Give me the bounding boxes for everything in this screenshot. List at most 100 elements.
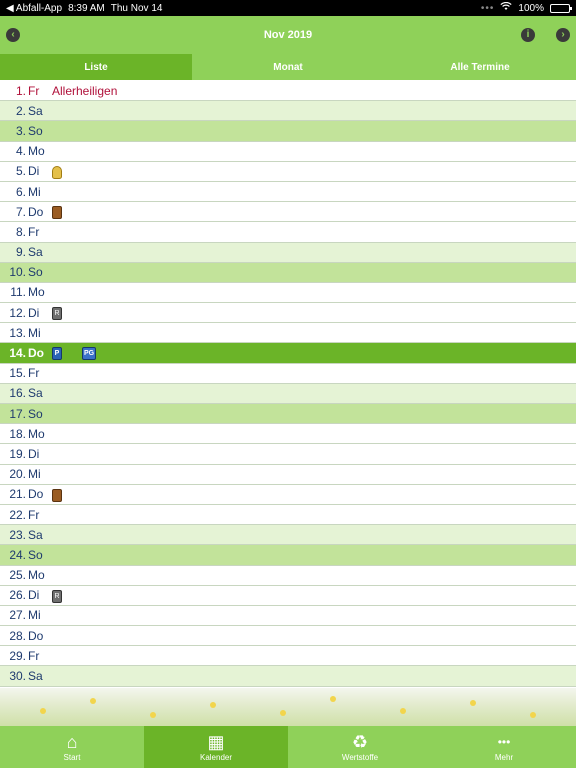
day-row[interactable]: 22. Fr [0,505,576,526]
day-of-week: Fr [28,224,40,239]
day-number: 27. [9,608,26,623]
day-row[interactable]: 7. Do [0,202,576,223]
day-of-week: Mo [28,285,45,300]
day-number: 17. [9,406,26,421]
day-of-week: So [28,123,43,138]
day-row[interactable]: 26. Di R [0,586,576,606]
day-of-week: Mo [28,144,45,159]
day-number: 28. [9,628,26,643]
day-of-week: Di [28,164,40,179]
day-of-week: Sa [28,245,43,260]
blue-container-icon[interactable]: PG [82,347,96,361]
day-row[interactable]: 11. Mo [0,283,576,304]
day-row[interactable]: 13. Mi [0,323,576,344]
day-of-week: Mo [28,568,45,583]
day-row[interactable]: 1. Fr Allerheiligen [0,81,576,102]
day-of-week: So [28,265,43,280]
tab-monat[interactable]: Monat [192,54,384,80]
tab-alle-termine[interactable]: Alle Termine [384,54,576,80]
residual-waste-bin-icon[interactable]: R [52,307,62,321]
day-of-week: Mi [28,608,41,623]
day-of-week: Do [28,628,44,643]
tab-liste[interactable]: Liste [0,54,192,80]
yellow-bag-icon[interactable] [52,165,62,179]
day-row[interactable]: 18. Mo [0,424,576,445]
day-number: 1. [15,83,26,98]
day-number: 9. [15,245,26,260]
status-date: Thu Nov 14 [110,2,163,14]
day-row[interactable]: 29. Fr [0,646,576,667]
tabbar-start[interactable]: ⌂ Start [0,726,144,768]
day-number: 6. [15,184,26,199]
day-of-week: So [28,406,43,421]
day-row[interactable]: 10. So [0,262,576,283]
back-to-app-link[interactable]: ◀ Abfall-App [6,3,62,14]
day-row[interactable]: 21. Do [0,485,576,505]
day-of-week: Sa [28,103,43,118]
day-of-week: Fr [28,366,40,381]
day-of-week: Sa [28,386,43,401]
info-button[interactable]: i [521,28,535,42]
day-row[interactable]: 27. Mi [0,606,576,627]
day-number: 29. [9,648,26,663]
day-row[interactable]: 5. Di [0,162,576,182]
day-of-week: Do [28,204,44,219]
holiday-label: Allerheiligen [52,83,118,98]
day-number: 7. [15,204,26,219]
calendar-icon: ▦ [207,731,225,752]
tabbar-kalender[interactable]: ▦ Kalender [144,726,288,768]
brown-bin-icon[interactable] [52,488,62,502]
day-row[interactable]: 6. Mi [0,182,576,203]
day-row[interactable]: 19. Di [0,444,576,465]
day-number: 26. [9,588,26,603]
tabbar-mehr[interactable]: ••• Mehr [432,726,576,768]
day-row[interactable]: 20. Mi [0,465,576,485]
day-row[interactable]: 9. Sa [0,242,576,263]
day-row[interactable]: 15. Fr [0,364,576,384]
tabbar-mehr-label: Mehr [494,752,514,762]
day-row[interactable]: 3. So [0,121,576,142]
day-number: 22. [9,507,26,522]
day-number: 15. [9,366,26,381]
tabbar-wertstoffe[interactable]: ♻ Wertstoffe [288,726,432,768]
day-row[interactable]: 8. Fr [0,222,576,243]
multitasking-dots: ••• [480,2,495,14]
day-row[interactable]: 2. Sa [0,101,576,122]
status-time: 8:39 AM [68,2,105,14]
battery-percent: 100% [518,2,544,14]
day-row[interactable]: 12. Di R [0,303,576,324]
next-month-button[interactable]: › [556,28,570,42]
day-number: 19. [9,446,26,461]
day-number: 12. [9,305,26,320]
day-row[interactable]: 25. Mo [0,566,576,586]
day-row[interactable]: 28. Do [0,626,576,647]
wifi-icon [500,1,513,14]
day-row[interactable]: 23. Sa [0,525,576,546]
paper-bin-icon[interactable]: P [52,347,62,361]
day-of-week: Mi [28,184,41,199]
day-of-week: Do [28,487,44,502]
day-row[interactable]: 17. So [0,404,576,425]
home-icon: ⌂ [66,731,78,752]
brown-bin-icon[interactable] [52,206,62,220]
day-of-week: Di [28,305,40,320]
day-row[interactable]: 24. So [0,545,576,566]
day-row[interactable]: 30. Sa [0,666,576,687]
day-row[interactable]: 16. Sa [0,383,576,404]
day-row[interactable]: 14. Do P PG [0,343,576,364]
calendar-header: ‹ Nov 2019 i › [0,16,576,54]
battery-icon [550,3,572,13]
day-number: 30. [9,669,26,684]
day-of-week: Di [28,446,40,461]
day-number: 18. [9,426,26,441]
residual-waste-bin-icon[interactable]: R [52,589,62,603]
day-of-week: Fr [28,648,40,663]
month-title: Nov 2019 [263,29,313,41]
bottom-tab-bar: ⌂ Start ▦ Kalender ♻ Wertstoffe ••• Mehr [0,726,576,768]
day-number: 4. [15,144,26,159]
day-of-week: Fr [28,507,40,522]
day-number: 24. [9,547,26,562]
day-row[interactable]: 4. Mo [0,142,576,162]
previous-month-button[interactable]: ‹ [6,28,20,42]
day-of-week: Di [28,588,40,603]
